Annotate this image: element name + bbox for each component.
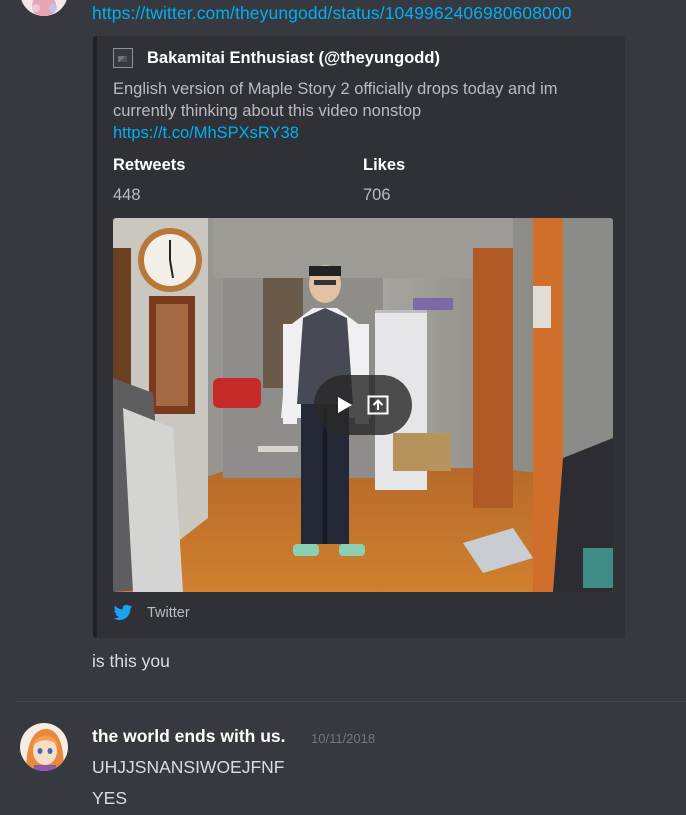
embed-description-link[interactable]: https://t.co/MhSPXsRY38: [113, 122, 613, 144]
field-name-retweets: Retweets: [113, 156, 186, 174]
embed-description-text: English version of Maple Story 2 officia…: [113, 80, 558, 120]
username[interactable]: the world ends with us.: [92, 726, 285, 747]
chat-area: https://twitter.com/theyungodd/status/10…: [0, 0, 686, 815]
avatar-image: [20, 0, 68, 16]
field-likes: Likes 706: [363, 156, 405, 205]
open-external-icon[interactable]: [367, 395, 389, 415]
twitter-embed: Bakamitai Enthusiast (@theyungodd) Engli…: [93, 36, 625, 638]
message-line: YES: [92, 788, 128, 808]
user-avatar-previous[interactable]: [20, 0, 68, 16]
user-avatar[interactable]: [20, 723, 68, 771]
field-value-retweets: 448: [113, 186, 141, 204]
field-value-likes: 706: [363, 186, 391, 204]
video-thumbnail[interactable]: [113, 218, 613, 592]
embed-footer: Twitter: [113, 604, 190, 622]
message-divider: [16, 701, 686, 702]
message-line: UHJJSNANSIWOEJFNF: [92, 757, 285, 777]
embed-description: English version of Maple Story 2 officia…: [113, 78, 613, 144]
play-icon[interactable]: [337, 396, 353, 414]
embed-author-name[interactable]: Bakamitai Enthusiast (@theyungodd): [147, 49, 440, 68]
broken-image-icon: [113, 48, 133, 68]
embed-footer-text: Twitter: [147, 605, 190, 621]
message-timestamp: 10/11/2018: [311, 731, 376, 746]
video-controls[interactable]: [314, 375, 412, 435]
field-name-likes: Likes: [363, 156, 406, 174]
tweet-link[interactable]: https://twitter.com/theyungodd/status/10…: [92, 3, 572, 24]
twitter-bird-icon: [113, 604, 133, 620]
avatar-image: [20, 723, 68, 771]
field-retweets: Retweets 448: [113, 156, 185, 205]
embed-author[interactable]: Bakamitai Enthusiast (@theyungodd): [113, 48, 440, 68]
message-text: is this you: [92, 651, 170, 671]
